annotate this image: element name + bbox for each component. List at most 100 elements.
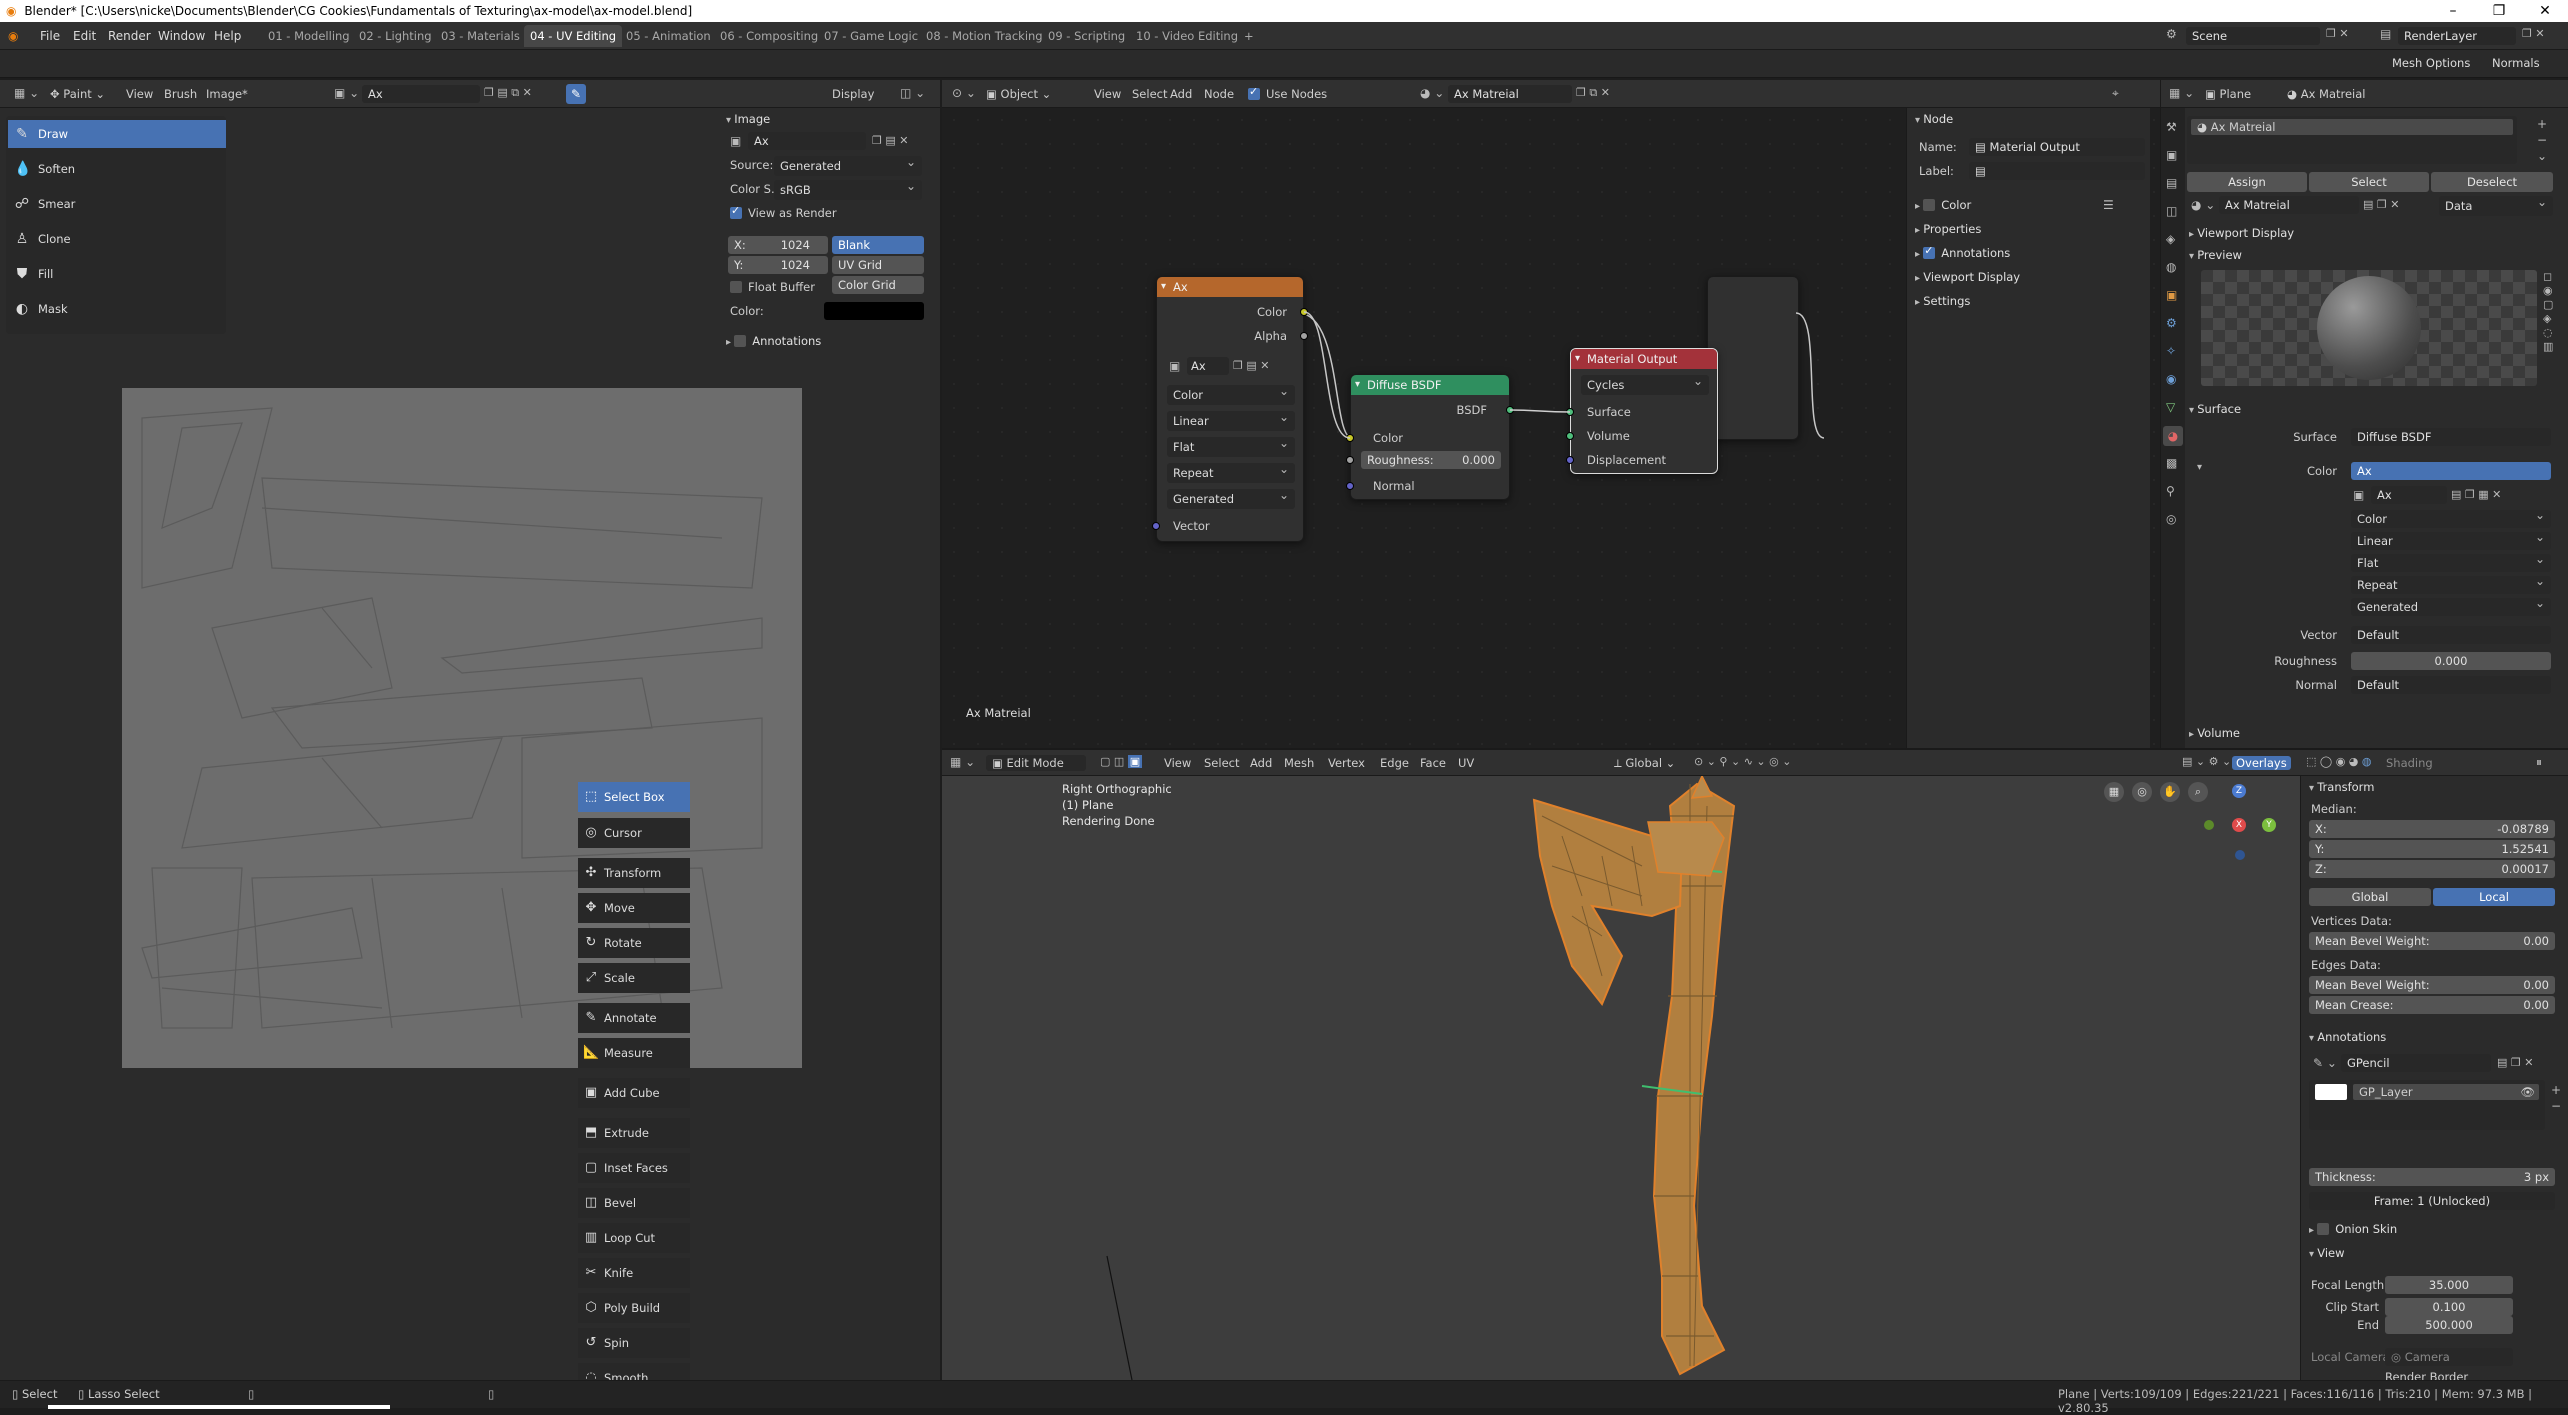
- mean-crease-field[interactable]: Mean Crease: 0.00: [2309, 996, 2555, 1014]
- diffuse-bsdf-node[interactable]: Diffuse BSDF BSDF Color Roughness:0.000 …: [1346, 374, 1514, 500]
- viewport-type-icon[interactable]: ▦ ⌄: [950, 755, 975, 769]
- deselect-button[interactable]: Deselect: [2431, 172, 2553, 192]
- normals-dropdown[interactable]: Normals: [2492, 56, 2540, 70]
- vp-tool-rotate[interactable]: ↻ Rotate: [578, 928, 690, 958]
- vp-tool-cursor[interactable]: ◎ Cursor: [578, 818, 690, 848]
- shading-dropdown[interactable]: Shading: [2386, 756, 2433, 770]
- prop-source-dropdown[interactable]: Generated: [2351, 594, 2551, 616]
- node-material-field[interactable]: Ax Matreial: [1448, 85, 1572, 103]
- node-menu-select[interactable]: Select: [1132, 87, 1167, 101]
- diffuse-node-header[interactable]: Diffuse BSDF: [1351, 375, 1509, 395]
- image-color-socket[interactable]: [1300, 308, 1308, 316]
- node-properties-panel[interactable]: Properties: [1915, 222, 1981, 236]
- particles-tab-icon[interactable]: ✧: [2166, 344, 2176, 358]
- data-tab-icon[interactable]: ▽: [2166, 400, 2175, 414]
- overlays-button[interactable]: Overlays: [2232, 756, 2291, 770]
- scene-tab-icon[interactable]: ◈: [2166, 232, 2175, 246]
- output-tab-icon[interactable]: ▤: [2166, 176, 2177, 190]
- onion-skin-panel[interactable]: Onion Skin: [2309, 1222, 2397, 1236]
- mean-bevel-vertex-field[interactable]: Mean Bevel Weight: 0.00: [2309, 932, 2555, 950]
- menu-edit[interactable]: Edit: [73, 27, 96, 45]
- pivot-snap-icons[interactable]: ⊙ ⌄ ⚲ ⌄ ∿ ⌄ ◎ ⌄: [1694, 755, 1791, 768]
- image-datablock-icon[interactable]: ▣ ⌄: [334, 86, 359, 100]
- node-object-dropdown[interactable]: ▣ Object ⌄: [986, 87, 1051, 101]
- image-node-header[interactable]: Ax: [1157, 277, 1303, 297]
- view-menu[interactable]: View: [126, 87, 153, 101]
- close-window-button[interactable]: ✕: [2522, 0, 2568, 22]
- brush-menu[interactable]: Brush: [164, 87, 197, 101]
- use-nodes-checkbox[interactable]: Use Nodes: [1248, 85, 1327, 101]
- viewport-display-panel[interactable]: Viewport Display: [2189, 226, 2294, 240]
- vp-tool-transform[interactable]: ✣ Transform: [578, 858, 690, 888]
- image-node-ext-dropdown[interactable]: Repeat: [1167, 459, 1295, 483]
- nav-x-axis[interactable]: X: [2232, 818, 2246, 832]
- render-border-checkbox[interactable]: Render Border: [2385, 1370, 2468, 1380]
- vp-tool-annotate[interactable]: ✎ Annotate: [578, 1003, 690, 1033]
- gizmo-icons[interactable]: ▤ ⌄ ⚙ ⌄: [2182, 755, 2231, 768]
- nav-neg-y-dot[interactable]: [2204, 820, 2214, 830]
- tab-motion-tracking[interactable]: 08 - Motion Tracking: [920, 25, 1049, 47]
- image-paint-mode[interactable]: ✥ Paint ⌄: [50, 87, 105, 101]
- output-displacement-socket[interactable]: [1566, 456, 1574, 464]
- surface-panel[interactable]: Surface: [2189, 402, 2241, 416]
- modifier-tab-icon[interactable]: ⚙: [2166, 316, 2177, 330]
- tool-soften[interactable]: 💧 Soften: [8, 155, 226, 183]
- world-tab-icon[interactable]: ◍: [2166, 260, 2176, 274]
- image-datablock-field[interactable]: Ax: [362, 85, 480, 103]
- image-texture-node-body[interactable]: Ax Color Alpha ▣ Ax ❐ ▤ ✕ Color Linear F…: [1152, 276, 1308, 542]
- image-panel-actions-icon[interactable]: ❐ ▤ ✕: [872, 134, 908, 147]
- blender-menu-icon[interactable]: ◉: [8, 27, 18, 45]
- viewport-split-icon[interactable]: ⏸: [2536, 755, 2542, 770]
- image-datablock-actions-icon[interactable]: ❐ ▤ ⧉ ✕: [484, 86, 532, 100]
- image-overlay-icon[interactable]: ◫ ⌄: [900, 86, 925, 100]
- node-panel-header[interactable]: Node: [1915, 112, 1953, 126]
- image-editor-type-icon[interactable]: ▦ ⌄: [14, 86, 39, 100]
- vp-tool-poly-build[interactable]: ⬡ Poly Build: [578, 1293, 690, 1323]
- xray-shading-icons[interactable]: ⬚ ◯ ◉ ◕ ◍: [2306, 755, 2372, 768]
- render-layer-copy-icon[interactable]: ❐ ✕: [2522, 27, 2545, 40]
- pan-hand-icon[interactable]: ✋: [2160, 782, 2180, 802]
- tool-mask[interactable]: ◐ Mask: [8, 295, 226, 323]
- select-mode-icons[interactable]: ▢ ◫ ▣: [1100, 755, 1143, 768]
- clip-start-field[interactable]: 0.100: [2385, 1298, 2513, 1316]
- output-surface-socket[interactable]: [1566, 408, 1574, 416]
- image-node-interp-dropdown[interactable]: Linear: [1167, 407, 1295, 431]
- gp-layer-add-remove-icon[interactable]: + −: [2551, 1082, 2561, 1114]
- vp-menu-add[interactable]: Add: [1250, 756, 1272, 770]
- height-field[interactable]: Y: 1024: [728, 256, 828, 274]
- tab-modelling[interactable]: 01 - Modelling: [262, 25, 356, 47]
- diffuse-roughness-socket[interactable]: [1346, 456, 1354, 464]
- prop-proj-dropdown[interactable]: Flat: [2351, 550, 2551, 572]
- surface-field[interactable]: Diffuse BSDF: [2351, 428, 2551, 446]
- gp-layer-visibility-icon[interactable]: 👁: [2520, 1084, 2535, 1100]
- focal-length-field[interactable]: 35.000: [2385, 1276, 2513, 1294]
- physics-tab-icon[interactable]: ◉: [2166, 372, 2176, 386]
- type-color-grid-button[interactable]: Color Grid: [832, 276, 924, 294]
- color-image-icon[interactable]: ▣: [2353, 488, 2364, 502]
- render-tab-icon[interactable]: ▣: [2166, 148, 2177, 162]
- scene-field[interactable]: Scene: [2186, 27, 2320, 45]
- node-menu-add[interactable]: Add: [1170, 87, 1192, 101]
- gpencil-field[interactable]: GPencil: [2341, 1054, 2491, 1072]
- maximize-button[interactable]: ❐: [2476, 0, 2522, 22]
- add-workspace-button[interactable]: +: [1238, 25, 1260, 47]
- output-volume-socket[interactable]: [1566, 432, 1574, 440]
- vp-tool-bevel[interactable]: ◫ Bevel: [578, 1188, 690, 1218]
- image-vector-socket[interactable]: [1152, 522, 1160, 530]
- node-name-field[interactable]: ▤ Material Output: [1969, 138, 2145, 156]
- camera-icon[interactable]: ◎: [2132, 782, 2152, 802]
- image-display-menu[interactable]: Display: [832, 87, 874, 101]
- vp-annotations-panel[interactable]: Annotations: [2309, 1030, 2386, 1044]
- tool-draw[interactable]: ✎ Draw: [8, 120, 226, 148]
- prop-interp-dropdown[interactable]: Linear: [2351, 528, 2551, 550]
- output-target-dropdown[interactable]: Cycles: [1581, 371, 1709, 395]
- image-node-actions-icon[interactable]: ❐ ▤ ✕: [1233, 359, 1269, 372]
- tool-tab-icon[interactable]: ⚒: [2166, 120, 2177, 134]
- edit-mode-dropdown[interactable]: ▣ Edit Mode: [986, 755, 1086, 771]
- material-actions-icon[interactable]: ▤ ❐ ✕: [2363, 198, 2399, 211]
- type-blank-button[interactable]: Blank: [832, 236, 924, 254]
- props-object-breadcrumb[interactable]: ▣ Plane: [2205, 87, 2251, 101]
- image-node-color-dropdown[interactable]: Color: [1167, 381, 1295, 405]
- roughness-prop-field[interactable]: 0.000: [2351, 652, 2551, 670]
- node-editor-type-icon[interactable]: ⊙ ⌄: [952, 86, 976, 100]
